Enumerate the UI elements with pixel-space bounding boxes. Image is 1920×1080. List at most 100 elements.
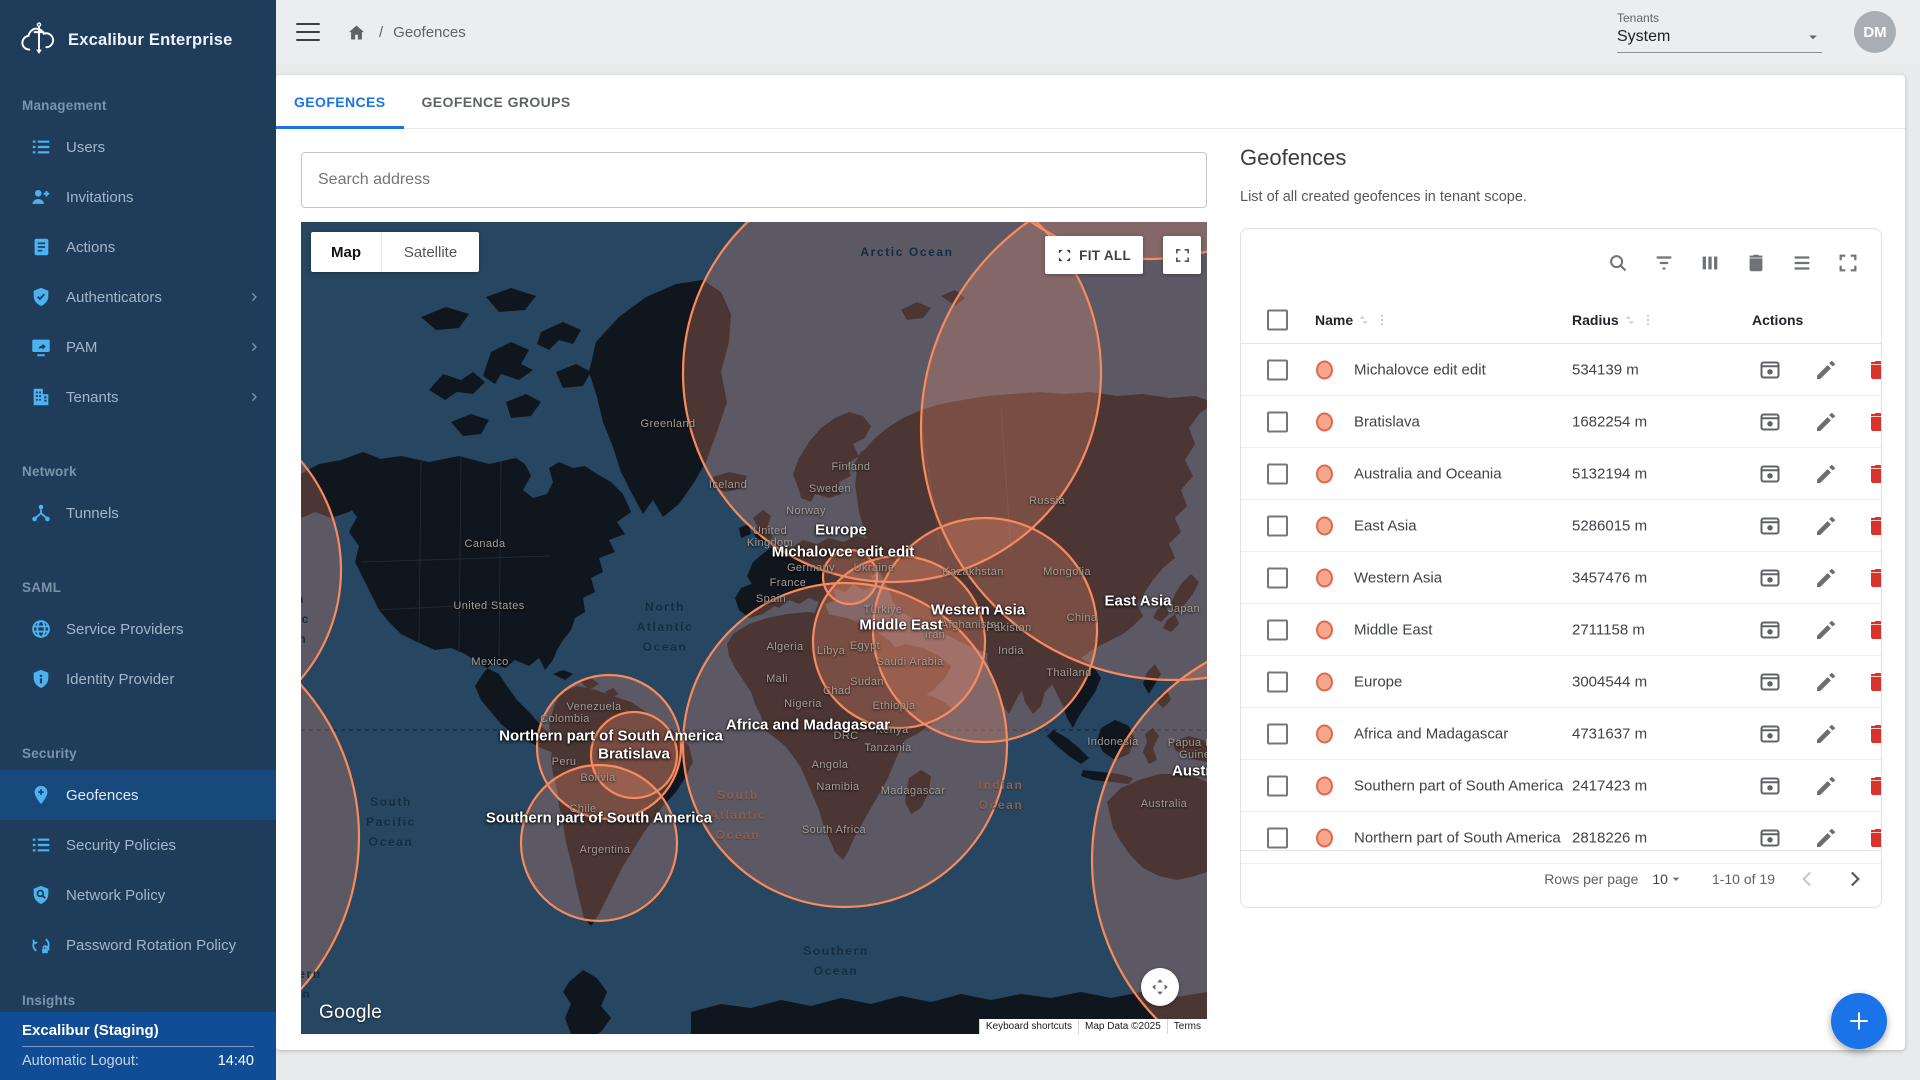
column-menu-icon[interactable] — [1375, 313, 1389, 327]
preview-button[interactable] — [1758, 826, 1782, 850]
geofence-circle-south-pacific[interactable] — [301, 609, 359, 1034]
section-label-saml: SAML — [0, 572, 276, 604]
sidebar-item-service-providers[interactable]: Service Providers — [0, 604, 276, 654]
preview-button[interactable] — [1758, 462, 1782, 486]
sidebar-item-geofences[interactable]: Geofences — [0, 770, 276, 820]
avatar[interactable]: DM — [1854, 11, 1896, 53]
sidebar-item-identity-provider[interactable]: Identity Provider — [0, 654, 276, 704]
edit-button[interactable] — [1814, 462, 1838, 486]
row-checkbox[interactable] — [1267, 827, 1288, 848]
row-checkbox[interactable] — [1267, 671, 1288, 692]
sidebar-item-password-rotation-policy[interactable]: Password Rotation Policy — [0, 920, 276, 970]
column-header-radius[interactable]: Radius — [1572, 312, 1655, 328]
geofence-circle-north-pacific[interactable] — [301, 402, 341, 738]
delete-button[interactable] — [1866, 618, 1882, 642]
delete-button[interactable] — [1866, 462, 1882, 486]
sidebar-item-tenants[interactable]: Tenants — [0, 372, 276, 422]
map-fullscreen-button[interactable] — [1163, 236, 1201, 274]
search-address-input[interactable] — [301, 152, 1207, 208]
sidebar-item-security-policies[interactable]: Security Policies — [0, 820, 276, 870]
column-menu-icon[interactable] — [1641, 313, 1655, 327]
geofence-name: Africa and Madagascar — [1354, 725, 1508, 742]
fullscreen-icon[interactable] — [1837, 252, 1859, 274]
menu-toggle-icon[interactable] — [296, 23, 320, 41]
row-checkbox[interactable] — [1267, 463, 1288, 484]
preview-button[interactable] — [1758, 514, 1782, 538]
preview-button[interactable] — [1758, 618, 1782, 642]
preview-button[interactable] — [1758, 670, 1782, 694]
select-all-checkbox[interactable] — [1267, 310, 1288, 331]
previous-page-button[interactable] — [1795, 866, 1821, 892]
sidebar-item-pam[interactable]: PAM — [0, 322, 276, 372]
next-page-button[interactable] — [1841, 866, 1867, 892]
edit-button[interactable] — [1814, 514, 1838, 538]
delete-button[interactable] — [1866, 514, 1882, 538]
chevron-right-icon — [246, 339, 262, 355]
preview-button[interactable] — [1758, 566, 1782, 590]
sidebar-item-invitations[interactable]: Invitations — [0, 172, 276, 222]
edit-button[interactable] — [1814, 358, 1838, 382]
edit-button[interactable] — [1814, 722, 1838, 746]
person-add-icon — [30, 186, 52, 208]
sidebar-item-actions[interactable]: Actions — [0, 222, 276, 272]
delete-button[interactable] — [1866, 566, 1882, 590]
row-checkbox[interactable] — [1267, 775, 1288, 796]
row-checkbox[interactable] — [1267, 619, 1288, 640]
tenant-select[interactable]: Tenants System — [1617, 11, 1822, 53]
geofence-circle-africa-and-madagascar[interactable] — [683, 583, 1007, 907]
screen-share-icon — [30, 336, 52, 358]
preview-button[interactable] — [1758, 722, 1782, 746]
sidebar-item-authenticators[interactable]: Authenticators — [0, 272, 276, 322]
sort-icon[interactable] — [1623, 313, 1637, 327]
satellite-button[interactable]: Satellite — [381, 232, 479, 272]
edit-button[interactable] — [1814, 410, 1838, 434]
geofence-name: Middle East — [1354, 621, 1432, 638]
row-checkbox[interactable] — [1267, 723, 1288, 744]
filter-icon[interactable] — [1653, 252, 1675, 274]
home-icon[interactable] — [346, 22, 367, 43]
delete-button[interactable] — [1866, 826, 1882, 850]
row-checkbox[interactable] — [1267, 567, 1288, 588]
sidebar-item-network-policy[interactable]: Network Policy — [0, 870, 276, 920]
geofence-radius: 3004544 m — [1572, 673, 1647, 690]
column-header-name[interactable]: Name — [1315, 312, 1389, 328]
columns-icon[interactable] — [1699, 252, 1721, 274]
map-button[interactable]: Map — [311, 232, 381, 272]
terms-link[interactable]: Terms — [1167, 1019, 1207, 1034]
chevron-down-icon — [1668, 871, 1684, 887]
edit-button[interactable] — [1814, 670, 1838, 694]
geofence-name: East Asia — [1354, 517, 1417, 534]
density-icon[interactable] — [1791, 252, 1813, 274]
rows-per-page-select[interactable]: 10 — [1652, 871, 1684, 887]
tab-geofence-groups[interactable]: GEOFENCE GROUPS — [404, 75, 589, 128]
fit-all-button[interactable]: FIT ALL — [1045, 236, 1143, 274]
geofence-circle-southern-part-of-south-america[interactable] — [521, 765, 677, 921]
search-icon[interactable] — [1607, 252, 1629, 274]
delete-button[interactable] — [1866, 722, 1882, 746]
map-canvas[interactable]: Arctic OceanNorthAtlanticOceanNorthPacif… — [301, 222, 1207, 1034]
delete-button[interactable] — [1866, 670, 1882, 694]
sidebar-item-tunnels[interactable]: Tunnels — [0, 488, 276, 538]
geofence-radius: 3457476 m — [1572, 569, 1647, 586]
sidebar-item-users[interactable]: Users — [0, 122, 276, 172]
row-checkbox[interactable] — [1267, 411, 1288, 432]
edit-button[interactable] — [1814, 826, 1838, 850]
row-checkbox[interactable] — [1267, 515, 1288, 536]
delete-button[interactable] — [1866, 410, 1882, 434]
preview-button[interactable] — [1758, 358, 1782, 382]
edit-button[interactable] — [1814, 566, 1838, 590]
delete-button[interactable] — [1866, 774, 1882, 798]
map-pan-button[interactable] — [1141, 968, 1179, 1006]
preview-button[interactable] — [1758, 410, 1782, 434]
edit-button[interactable] — [1814, 618, 1838, 642]
row-checkbox[interactable] — [1267, 359, 1288, 380]
preview-button[interactable] — [1758, 774, 1782, 798]
add-geofence-button[interactable] — [1831, 993, 1887, 1049]
keyboard-shortcuts-link[interactable]: Keyboard shortcuts — [979, 1019, 1078, 1034]
sidebar-item-label: Geofences — [66, 787, 139, 804]
sort-icon[interactable] — [1357, 313, 1371, 327]
delete-button[interactable] — [1866, 358, 1882, 382]
edit-button[interactable] — [1814, 774, 1838, 798]
delete-icon[interactable] — [1745, 252, 1767, 274]
tab-geofences[interactable]: GEOFENCES — [276, 75, 404, 128]
